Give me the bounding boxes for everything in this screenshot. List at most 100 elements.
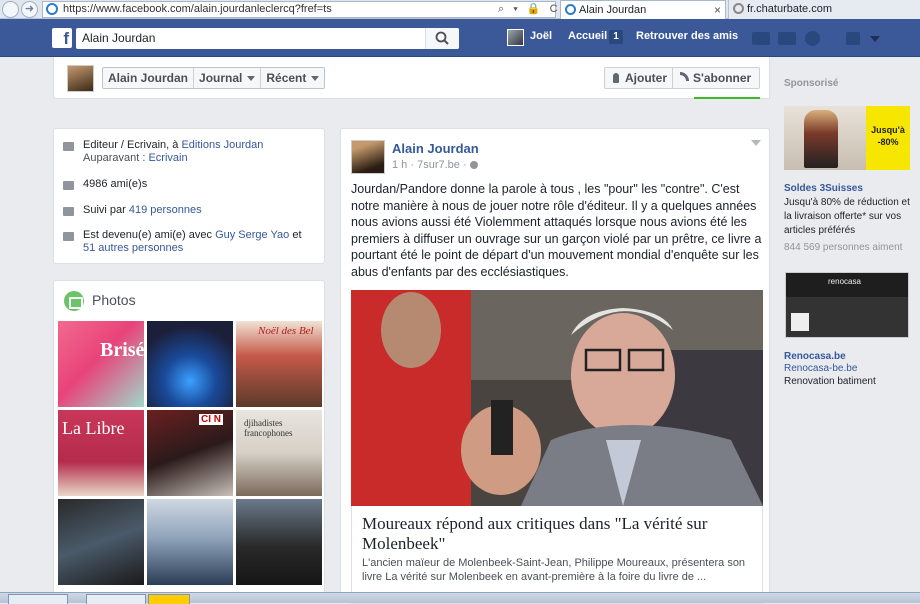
chevron-down-icon (311, 76, 320, 82)
tab-label: Alain Jourdan (579, 4, 647, 16)
chevron-down-icon (247, 76, 256, 82)
profile-link[interactable]: Joël (530, 30, 552, 42)
home-link[interactable]: Accueil (568, 30, 607, 42)
privacy-icon[interactable] (846, 32, 860, 45)
photo-thumb-8[interactable] (147, 499, 233, 585)
friendship-icon (63, 232, 74, 241)
timeline-tabs: Alain Jourdan Journal Récent (102, 67, 326, 89)
post-meta: 1 h · 7sur7.be · (392, 159, 478, 171)
friends-with-link-1[interactable]: Guy Serge Yao (215, 229, 289, 241)
photo-thumb-7[interactable] (58, 499, 144, 585)
tab-label: fr.chaturbate.com (747, 3, 832, 15)
post-author[interactable]: Alain Jourdan (392, 141, 479, 156)
followers-link[interactable]: 419 personnes (129, 204, 202, 216)
photo-thumb-9[interactable] (236, 499, 322, 585)
photo-thumb-2[interactable] (147, 321, 233, 407)
loading-icon (733, 3, 744, 14)
tab-chaturbate[interactable]: fr.chaturbate.com (728, 0, 920, 19)
facebook-header: f Alain Jourdan Joël Accueil 1 Retrouver… (0, 19, 920, 57)
friends-with-text: Est devenu(e) ami(e) avec (83, 229, 216, 241)
ad-text-3suisses: Jusqu'à 80% de réduction et la livraison… (784, 197, 910, 236)
search-icon (435, 31, 449, 45)
photo-caption-6: djihadistes francophones (244, 418, 293, 438)
ad-url-renocasa[interactable]: Renocasa-be.be (784, 363, 857, 374)
address-url: https://www.facebook.com/alain.jourdanle… (63, 3, 332, 15)
previous-link[interactable]: Ecrivain (148, 152, 187, 164)
ad-title-renocasa[interactable]: Renocasa.be (784, 351, 846, 362)
post-photo (351, 290, 763, 506)
followers-icon (63, 207, 74, 216)
ad-image-renocasa[interactable]: renocasa (785, 272, 909, 338)
globe-icon (469, 161, 478, 169)
post-time[interactable]: 1 h (392, 159, 407, 171)
search-input[interactable]: Alain Jourdan (76, 28, 459, 49)
photos-title[interactable]: Photos (92, 292, 136, 308)
photos-icon (64, 291, 84, 311)
notifications-globe-icon[interactable] (805, 31, 820, 46)
forward-button[interactable]: ➜ (21, 1, 38, 18)
photo-caption-4: La Libre (62, 418, 125, 438)
address-bar[interactable]: https://www.facebook.com/alain.jourdanle… (42, 1, 556, 18)
post-options-chevron-down-icon[interactable] (751, 140, 761, 146)
photo-thumb-5[interactable]: CI N (147, 410, 233, 496)
add-friend-button[interactable]: Ajouter (604, 67, 676, 89)
tab-profile-name[interactable]: Alain Jourdan (103, 68, 195, 88)
ad-text-renocasa: Renovation batiment (784, 376, 876, 387)
photo-thumb-3[interactable]: Noël des Bel (236, 321, 322, 407)
follow-button[interactable]: S'abonner (672, 67, 761, 89)
ad-badge: Jusqu'à -80% (866, 106, 910, 170)
tab-recent[interactable]: Récent (261, 68, 324, 88)
link-title[interactable]: Moureaux répond aux critiques dans "La v… (362, 514, 752, 554)
friend-requests-icon[interactable] (752, 32, 770, 45)
post-card: Alain Jourdan 1 h · 7sur7.be · Jourdan/P… (340, 128, 770, 604)
work-text: Editeur / Ecrivain, à (83, 139, 182, 151)
rss-icon (680, 72, 689, 81)
add-friend-label: Ajouter (625, 71, 667, 85)
facebook-logo-icon[interactable]: f (52, 28, 72, 48)
photo-thumb-4[interactable]: La Libre (58, 410, 144, 496)
friends-icon (63, 181, 74, 190)
back-button[interactable] (2, 1, 19, 18)
intro-followers: Suivi par 419 personnes (83, 204, 313, 217)
photo-thumb-1[interactable]: Brisé (58, 321, 144, 407)
ad-title-3suisses[interactable]: Soldes 3Suisses (784, 183, 863, 194)
intro-work: Editeur / Ecrivain, à Editions Jourdan A… (83, 139, 313, 165)
friends-with-link-2[interactable]: 51 autres personnes (83, 242, 183, 254)
briefcase-icon (63, 142, 74, 151)
ad-image-3suisses[interactable]: Jusqu'à -80% (784, 106, 910, 170)
post-link-image[interactable] (351, 290, 763, 506)
photos-card: Photos Brisé Noël des Bel La Libre CI N … (53, 280, 325, 595)
intro-became-friends: Est devenu(e) ami(e) avec Guy Serge Yao … (83, 229, 313, 255)
browser-toolbar: ➜ https://www.facebook.com/alain.jourdan… (0, 0, 920, 19)
search-button[interactable] (425, 28, 459, 49)
avatar[interactable] (67, 65, 94, 92)
find-friends-link[interactable]: Retrouver des amis (636, 30, 738, 42)
photo-caption-3: Noël des Bel (258, 325, 314, 337)
post-source[interactable]: 7sur7.be (417, 159, 460, 171)
follow-label: S'abonner (693, 71, 752, 85)
tab-recent-label: Récent (266, 71, 307, 85)
photo-thumb-6[interactable]: djihadistes francophones (236, 410, 322, 496)
ie-tab-icon (565, 4, 576, 15)
tab-journal-label: Journal (199, 71, 243, 85)
windows-taskbar (0, 592, 920, 604)
tab-alain-jourdan[interactable]: Alain Jourdan × (560, 0, 726, 19)
timeline-nav: Alain Jourdan Journal Récent Ajouter S'a… (53, 57, 770, 99)
followers-text: Suivi par (83, 204, 129, 216)
avatar[interactable] (351, 140, 385, 174)
link-description: L'ancien maïeur de Molenbeek-Saint-Jean,… (362, 557, 746, 583)
friends-with-and: et (289, 229, 302, 241)
messages-icon[interactable] (778, 32, 796, 45)
link-preview[interactable]: Moureaux répond aux critiques dans "La v… (351, 506, 763, 604)
close-icon[interactable]: × (714, 1, 721, 19)
ad-model (804, 110, 838, 168)
photo-caption-1: Brisé (100, 339, 145, 361)
ie-logo-icon (46, 3, 58, 15)
post-text: Jourdan/Pandore donne la parole à tous ,… (351, 182, 762, 279)
avatar[interactable] (507, 29, 524, 46)
intro-friends: 4986 ami(e)s (83, 178, 148, 190)
account-menu-chevron-down-icon[interactable] (870, 36, 880, 42)
tab-journal[interactable]: Journal (194, 68, 262, 88)
address-actions-icon[interactable]: ⌕ ▾ 🔒 C (498, 1, 561, 17)
work-link[interactable]: Editions Jourdan (181, 139, 263, 151)
